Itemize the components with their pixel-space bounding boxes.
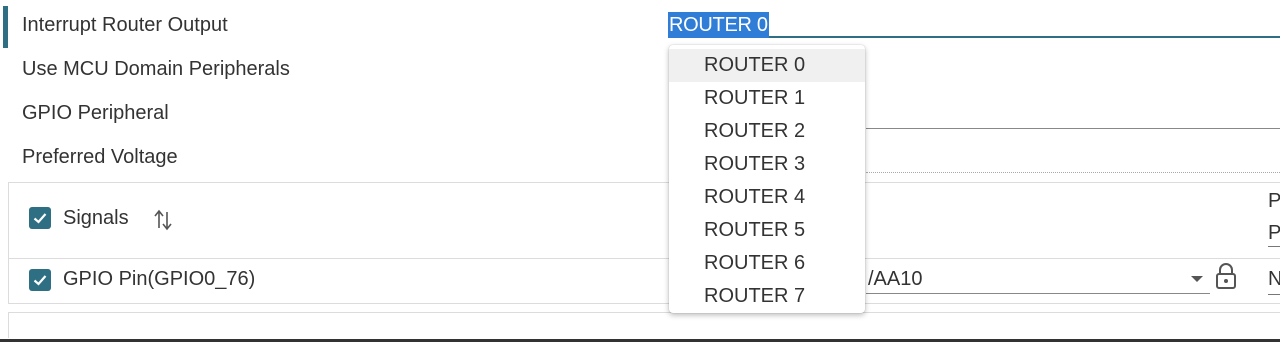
router-option-7[interactable]: ROUTER 7 <box>669 280 865 313</box>
gpio-pin-right-underline <box>1268 294 1280 295</box>
preferred-voltage-label: Preferred Voltage <box>22 146 178 168</box>
router-option-3[interactable]: ROUTER 3 <box>669 148 865 181</box>
next-panel <box>8 312 1280 338</box>
router-option-0[interactable]: ROUTER 0 <box>669 49 865 82</box>
checkmark-icon <box>33 213 47 224</box>
chevron-down-icon[interactable] <box>1190 274 1204 284</box>
interrupt-router-output-label: Interrupt Router Output <box>22 14 228 36</box>
gpio-pin-right-col: N <box>1268 268 1280 290</box>
gpio-pin-label: GPIO Pin(GPIO0_76) <box>63 268 256 290</box>
router-option-6[interactable]: ROUTER 6 <box>669 247 865 280</box>
router-dropdown-menu: ROUTER 0 ROUTER 1 ROUTER 2 ROUTER 3 ROUT… <box>669 45 865 313</box>
router-selected-value[interactable]: ROUTER 0 <box>668 12 769 38</box>
signals-right-col-top: P <box>1268 190 1280 212</box>
lock-icon[interactable] <box>1214 262 1238 295</box>
right-col-underline <box>1268 246 1280 247</box>
gpio-peripheral-field-line[interactable] <box>866 128 1280 129</box>
active-row-indicator <box>3 6 8 48</box>
interrupt-router-output-input[interactable]: ROUTER 0 <box>668 12 1280 38</box>
signals-right-col-bottom: P <box>1268 222 1280 244</box>
signals-header-label: Signals <box>63 207 129 229</box>
router-option-2[interactable]: ROUTER 2 <box>669 115 865 148</box>
gpio-peripheral-label: GPIO Peripheral <box>22 102 169 124</box>
signals-divider <box>8 258 1280 259</box>
gpio-pin-value: /AA10 <box>868 268 923 290</box>
use-mcu-domain-peripherals-label: Use MCU Domain Peripherals <box>22 58 290 80</box>
router-option-4[interactable]: ROUTER 4 <box>669 181 865 214</box>
sort-arrows-icon[interactable] <box>151 206 175 237</box>
gpio-pin-select[interactable]: /AA10 <box>866 266 1210 294</box>
signals-checkbox[interactable] <box>29 207 51 229</box>
gpio-pin-checkbox[interactable] <box>29 269 51 291</box>
router-option-1[interactable]: ROUTER 1 <box>669 82 865 115</box>
preferred-voltage-field-line[interactable] <box>866 172 1280 174</box>
router-option-5[interactable]: ROUTER 5 <box>669 214 865 247</box>
checkmark-icon <box>33 275 47 286</box>
